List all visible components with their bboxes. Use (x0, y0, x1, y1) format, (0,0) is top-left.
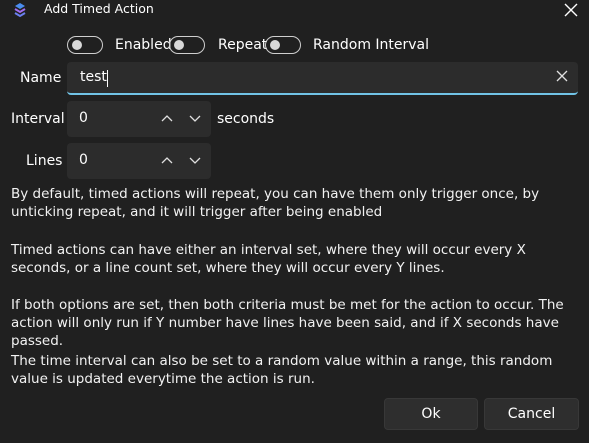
app-logo-icon (14, 3, 26, 18)
chevron-down-icon[interactable] (189, 155, 201, 165)
chevron-up-icon[interactable] (161, 113, 173, 123)
random-interval-toggle[interactable] (265, 36, 301, 54)
lines-label: Lines (26, 153, 63, 169)
window-title: Add Timed Action (44, 1, 154, 16)
help-text: By default, timed actions will repeat, y… (11, 186, 540, 220)
repeat-label: Repeat (218, 37, 268, 53)
interval-stepper[interactable]: 0 (67, 101, 211, 137)
chevron-up-icon[interactable] (161, 155, 173, 165)
toggle-knob (270, 40, 280, 50)
lines-stepper[interactable]: 0 (67, 143, 211, 179)
close-icon[interactable] (563, 2, 579, 18)
text-caret (107, 70, 108, 87)
ok-button[interactable]: Ok (384, 398, 478, 430)
random-interval-label: Random Interval (313, 37, 430, 53)
title-bar: Add Timed Action (0, 0, 589, 20)
chevron-down-icon[interactable] (189, 113, 201, 123)
name-label: Name (20, 70, 62, 86)
enabled-toggle[interactable] (67, 36, 103, 54)
lines-value: 0 (79, 152, 88, 168)
name-value: test (80, 69, 107, 85)
name-input[interactable]: test (67, 62, 578, 95)
repeat-toggle[interactable] (169, 36, 205, 54)
interval-value: 0 (79, 110, 88, 126)
help-text: The time interval can also be set to a r… (11, 353, 553, 387)
interval-label: Interval (11, 111, 65, 127)
interval-units: seconds (217, 111, 275, 127)
toggle-knob (72, 40, 82, 50)
toggle-knob (174, 40, 184, 50)
help-text: Timed actions can have either an interva… (11, 242, 526, 276)
enabled-label: Enabled (115, 37, 172, 53)
clear-icon[interactable] (556, 70, 568, 82)
help-text: If both options are set, then both crite… (11, 297, 564, 349)
cancel-button[interactable]: Cancel (484, 398, 579, 430)
